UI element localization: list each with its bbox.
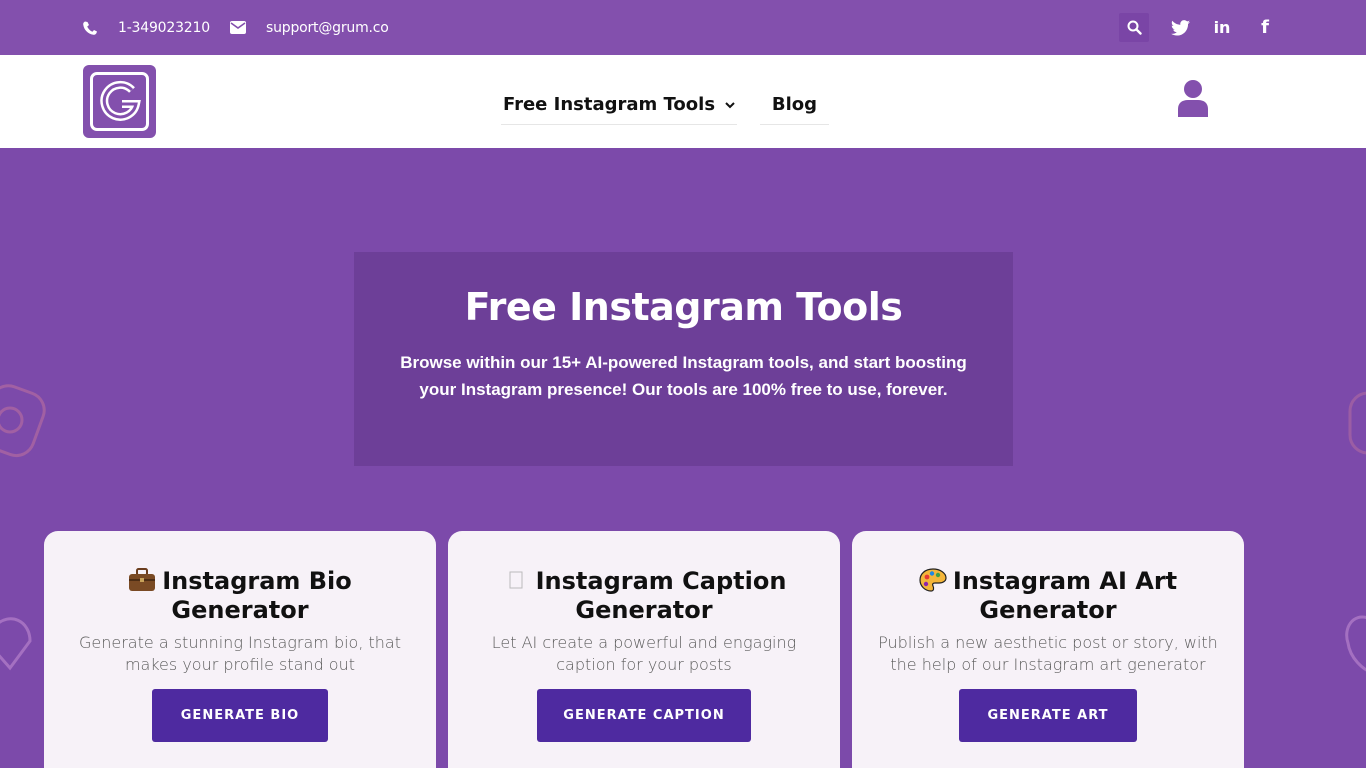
hero-title: Free Instagram Tools — [464, 285, 903, 329]
facebook-icon[interactable]: f — [1250, 13, 1280, 42]
caption-icon — [509, 571, 523, 589]
card-title: Instagram AI Art Generator — [883, 567, 1213, 625]
card-bio-generator: Instagram Bio Generator Generate a stunn… — [44, 531, 436, 768]
card-title-text: Instagram Caption Generator — [535, 567, 787, 624]
linkedin-icon[interactable]: in — [1207, 13, 1237, 42]
main-header: Free Instagram Tools Blog — [0, 55, 1366, 148]
briefcase-icon — [129, 568, 156, 591]
decorative-heart-icon-right — [1345, 615, 1366, 672]
chevron-down-icon — [725, 98, 735, 112]
decorative-instagram-icon — [0, 384, 46, 458]
hero-description: Browse within our 15+ AI-powered Instagr… — [400, 353, 967, 399]
logo-frame — [90, 72, 149, 131]
user-icon[interactable] — [1176, 79, 1210, 117]
nav-label: Free Instagram Tools — [502, 94, 716, 115]
card-art-generator: Instagram AI Art Generator Publish a new… — [852, 531, 1244, 768]
search-icon[interactable] — [1119, 13, 1149, 42]
nav-item[interactable]: Blog — [760, 85, 829, 125]
phone-contact[interactable]: 1-349023210 — [82, 0, 210, 55]
nav-label: Blog — [771, 94, 818, 115]
top-bar: 1-349023210 support@grum.co in f — [0, 0, 1366, 55]
hero-section: Free Instagram Tools Browse within our 1… — [0, 148, 1366, 768]
generate-art-button[interactable]: GENERATE ART — [959, 689, 1137, 742]
email-address: support@grum.co — [266, 19, 389, 36]
hero-box: Free Instagram Tools Browse within our 1… — [354, 252, 1013, 466]
email-contact[interactable]: support@grum.co — [230, 0, 389, 55]
envelope-icon — [230, 21, 246, 34]
nav-free-instagram-tools[interactable]: Free Instagram Tools — [501, 55, 737, 148]
generate-caption-button[interactable]: GENERATE CAPTION — [537, 689, 751, 742]
card-title-text: Instagram Bio Generator — [162, 567, 352, 624]
nav-blog[interactable]: Blog — [760, 55, 829, 148]
phone-icon — [83, 21, 97, 35]
twitter-icon[interactable] — [1165, 13, 1195, 42]
palette-icon — [919, 568, 947, 592]
card-description: Let AI create a powerful and engaging ca… — [491, 633, 797, 674]
decorative-instagram-icon-right — [1348, 391, 1366, 455]
card-description: Publish a new aesthetic post or story, w… — [878, 633, 1218, 674]
logo-g-mark — [99, 80, 141, 121]
card-caption-generator: Instagram Caption Generator Let AI creat… — [448, 531, 840, 768]
social-icons: in f — [1119, 13, 1280, 42]
generate-bio-button[interactable]: GENERATE BIO — [152, 689, 328, 742]
card-title-text: Instagram AI Art Generator — [952, 567, 1178, 624]
card-title: Instagram Bio Generator — [75, 567, 405, 625]
card-title: Instagram Caption Generator — [479, 567, 809, 625]
nav-item[interactable]: Free Instagram Tools — [501, 85, 737, 125]
decorative-heart-icon — [0, 617, 32, 671]
site-logo[interactable] — [83, 65, 156, 138]
card-description: Generate a stunning Instagram bio, that … — [79, 633, 401, 674]
phone-number: 1-349023210 — [118, 19, 210, 36]
